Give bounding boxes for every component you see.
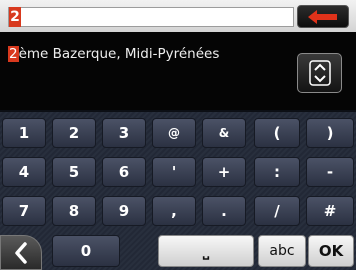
scroll-suggestions-button[interactable] (297, 53, 342, 93)
key-hash[interactable]: # (306, 196, 354, 226)
key-ampersand[interactable]: & (202, 118, 246, 148)
key-2[interactable]: 2 (52, 118, 96, 148)
key-comma[interactable]: , (152, 196, 196, 226)
key-hyphen[interactable]: - (306, 157, 354, 187)
up-down-chevron-icon (308, 60, 331, 86)
search-input-value: 2 (9, 7, 21, 27)
key-9[interactable]: 9 (102, 196, 146, 226)
key-1[interactable]: 1 (2, 118, 46, 148)
suggestion-match: 2 (8, 46, 19, 62)
key-close-paren[interactable]: ) (306, 118, 354, 148)
key-5[interactable]: 5 (52, 157, 96, 187)
chevron-left-icon (15, 241, 27, 264)
key-0[interactable]: 0 (52, 235, 120, 267)
suggestion-item[interactable]: 2ème Bazerque, Midi-Pyrénées (8, 46, 219, 62)
backspace-button[interactable] (297, 5, 349, 28)
search-bar: 2 (0, 0, 356, 32)
abc-key[interactable]: abc (258, 235, 306, 267)
key-8[interactable]: 8 (52, 196, 96, 226)
key-slash[interactable]: / (254, 196, 300, 226)
key-4[interactable]: 4 (2, 157, 46, 187)
key-6[interactable]: 6 (102, 157, 146, 187)
key-colon[interactable]: : (254, 157, 300, 187)
space-key[interactable]: ⎵ (158, 235, 254, 267)
suggestion-label: ème Bazerque, Midi-Pyrénées (18, 46, 220, 62)
key-7[interactable]: 7 (2, 196, 46, 226)
key-at[interactable]: @ (152, 118, 196, 148)
key-apostrophe[interactable]: ' (152, 157, 196, 187)
search-input[interactable]: 2 (8, 7, 294, 27)
back-button[interactable] (0, 235, 42, 270)
left-arrow-icon (308, 9, 337, 24)
key-period[interactable]: . (202, 196, 246, 226)
key-3[interactable]: 3 (102, 118, 146, 148)
key-plus[interactable]: + (202, 157, 246, 187)
key-open-paren[interactable]: ( (254, 118, 300, 148)
ok-key[interactable]: OK (308, 235, 354, 267)
